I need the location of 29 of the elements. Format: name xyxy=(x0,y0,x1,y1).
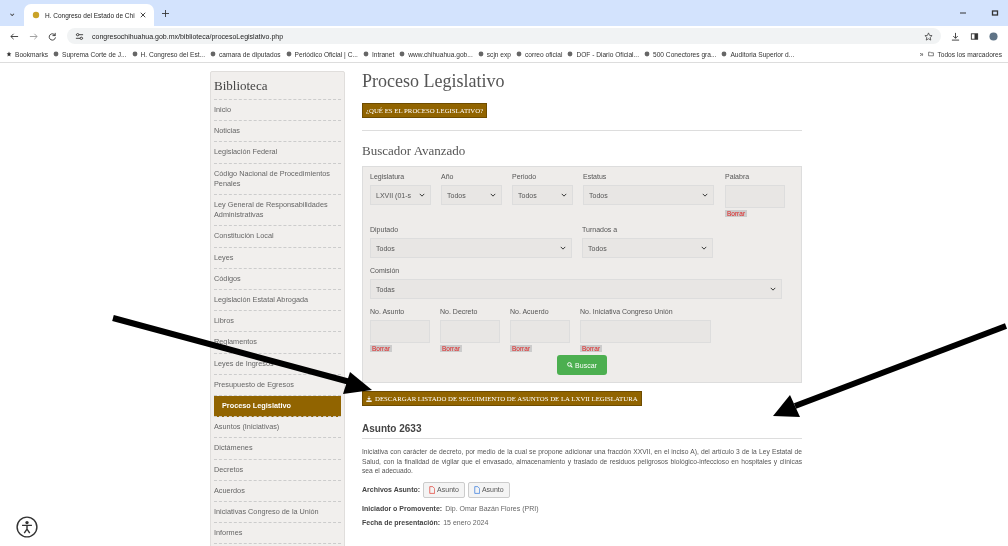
caret-icon xyxy=(770,287,776,291)
caret-icon xyxy=(561,193,567,197)
reload-icon[interactable] xyxy=(48,31,57,41)
search-icon xyxy=(567,362,574,368)
section-title: Buscador Avanzado xyxy=(362,143,467,159)
new-tab-icon[interactable] xyxy=(162,9,169,17)
accessibility-icon[interactable] xyxy=(16,516,38,538)
caret-icon xyxy=(560,246,566,250)
back-icon[interactable] xyxy=(10,31,19,41)
profile-avatar-icon[interactable] xyxy=(989,31,998,41)
page-title: Proceso Legislativo xyxy=(362,71,506,92)
close-icon[interactable] xyxy=(140,12,146,18)
caret-icon xyxy=(701,246,707,250)
restore-icon[interactable] xyxy=(990,8,1000,18)
caret-icon xyxy=(702,193,708,197)
star-icon[interactable] xyxy=(924,31,933,41)
download-icon[interactable] xyxy=(951,31,960,41)
caret-icon xyxy=(419,193,425,197)
pdf-file-icon xyxy=(429,485,436,494)
site-settings-icon[interactable] xyxy=(75,31,84,41)
asunto-title: Asunto 2633 xyxy=(362,423,802,439)
download-icon xyxy=(366,395,372,402)
star-icon xyxy=(6,51,12,57)
folder-icon xyxy=(928,51,935,57)
caret-icon xyxy=(490,193,496,197)
side-panel-icon[interactable] xyxy=(970,31,979,41)
document-file-icon xyxy=(473,485,480,494)
sidebar-title: Biblioteca xyxy=(214,72,341,100)
tab-list-icon[interactable]: ⌄ xyxy=(8,8,16,18)
